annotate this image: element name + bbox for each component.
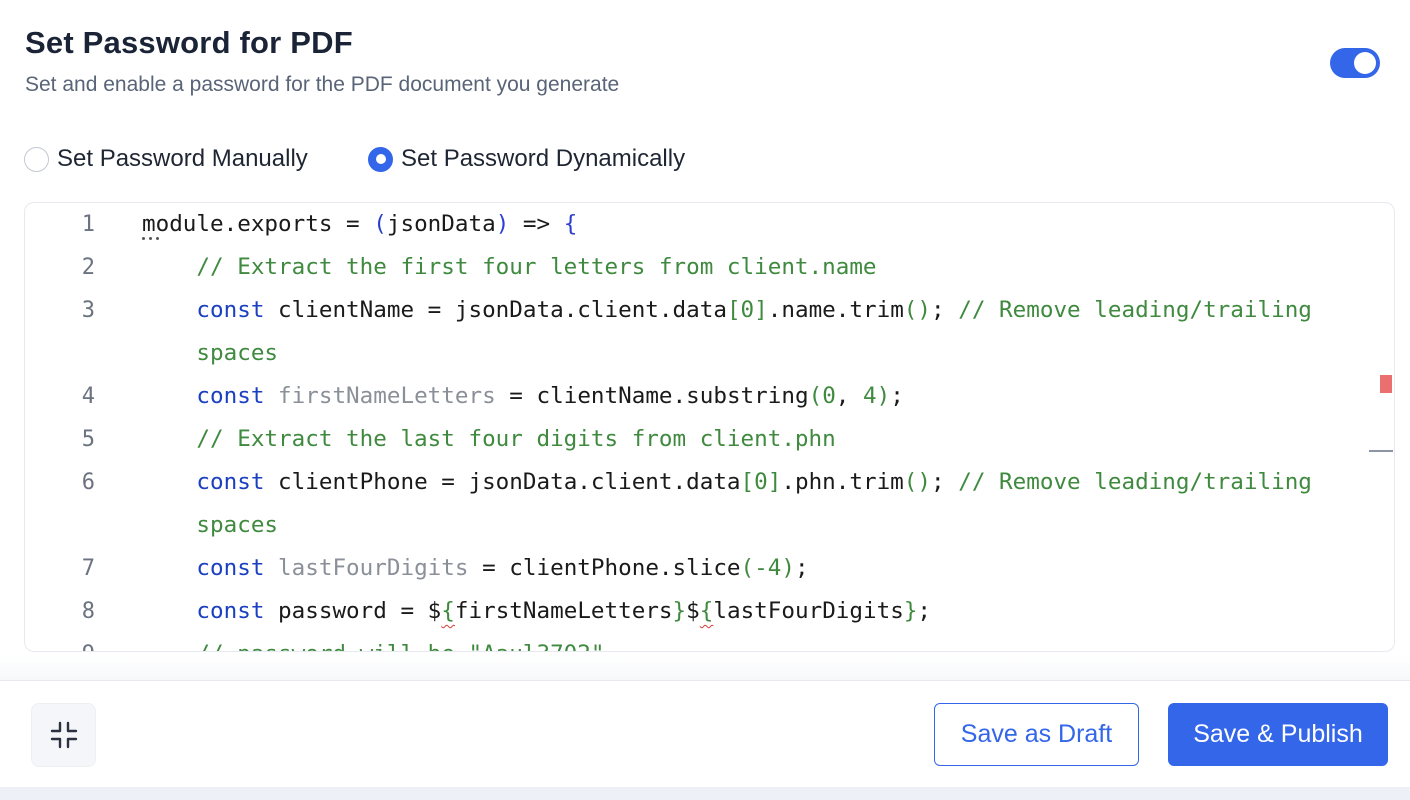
folded-hint-icon	[142, 237, 162, 243]
line-number: 4	[81, 384, 95, 409]
code-line[interactable]: const lastFourDigits = clientPhone.slice…	[142, 547, 808, 590]
error-marker-icon[interactable]	[1380, 375, 1392, 393]
footer-shadow	[0, 655, 1410, 680]
enable-password-toggle[interactable]	[1330, 48, 1380, 78]
line-number: 9	[25, 633, 95, 651]
code-editor[interactable]: 1 module.exports = (jsonData) => { 2 // …	[24, 202, 1395, 652]
code-line[interactable]: // Extract the last four digits from cli…	[142, 418, 835, 461]
line-number: 6	[81, 470, 95, 495]
code-line-wrap[interactable]: spaces	[142, 504, 278, 547]
line-number: 8	[81, 599, 95, 624]
page-title: Set Password for PDF	[25, 25, 353, 60]
collapse-button[interactable]	[31, 703, 96, 767]
radio-set-password-dynamically[interactable]: Set Password Dynamically	[368, 143, 685, 175]
code-line[interactable]: const clientName = jsonData.client.data[…	[142, 289, 1311, 332]
line-number: 5	[81, 427, 95, 452]
radio-label-dynamic: Set Password Dynamically	[401, 145, 686, 172]
code-line[interactable]: // Extract the first four letters from c…	[142, 246, 876, 289]
radio-circle-checked[interactable]	[368, 146, 393, 172]
radio-label-manual: Set Password Manually	[57, 145, 308, 172]
radio-circle-unchecked[interactable]	[24, 146, 49, 172]
code-line[interactable]: const clientPhone = jsonData.client.data…	[142, 461, 1311, 504]
code-line[interactable]: const firstNameLetters = clientName.subs…	[142, 375, 903, 418]
footer-divider	[0, 680, 1410, 681]
code-line-wrap[interactable]: spaces	[142, 332, 278, 375]
line-number: 1	[81, 212, 95, 237]
save-as-draft-button[interactable]: Save as Draft	[934, 703, 1139, 766]
code-line[interactable]: module.exports = (jsonData) => {	[142, 203, 577, 246]
pdf-password-panel: Set Password for PDF Set and enable a pa…	[0, 0, 1410, 787]
page-subtitle: Set and enable a password for the PDF do…	[25, 73, 620, 96]
save-and-publish-button[interactable]: Save & Publish	[1168, 703, 1388, 766]
code-line[interactable]: const password = ${firstNameLetters}${la…	[142, 590, 931, 633]
line-number: 2	[81, 255, 95, 280]
line-number: 7	[81, 556, 95, 581]
collapse-arrows-icon	[50, 721, 77, 749]
radio-set-password-manually[interactable]: Set Password Manually	[24, 143, 308, 175]
toggle-knob	[1354, 52, 1376, 74]
scroll-position-marker[interactable]	[1369, 450, 1393, 452]
code-line[interactable]: // password will be "Aaul3702"	[142, 633, 604, 651]
line-number: 3	[81, 298, 95, 323]
